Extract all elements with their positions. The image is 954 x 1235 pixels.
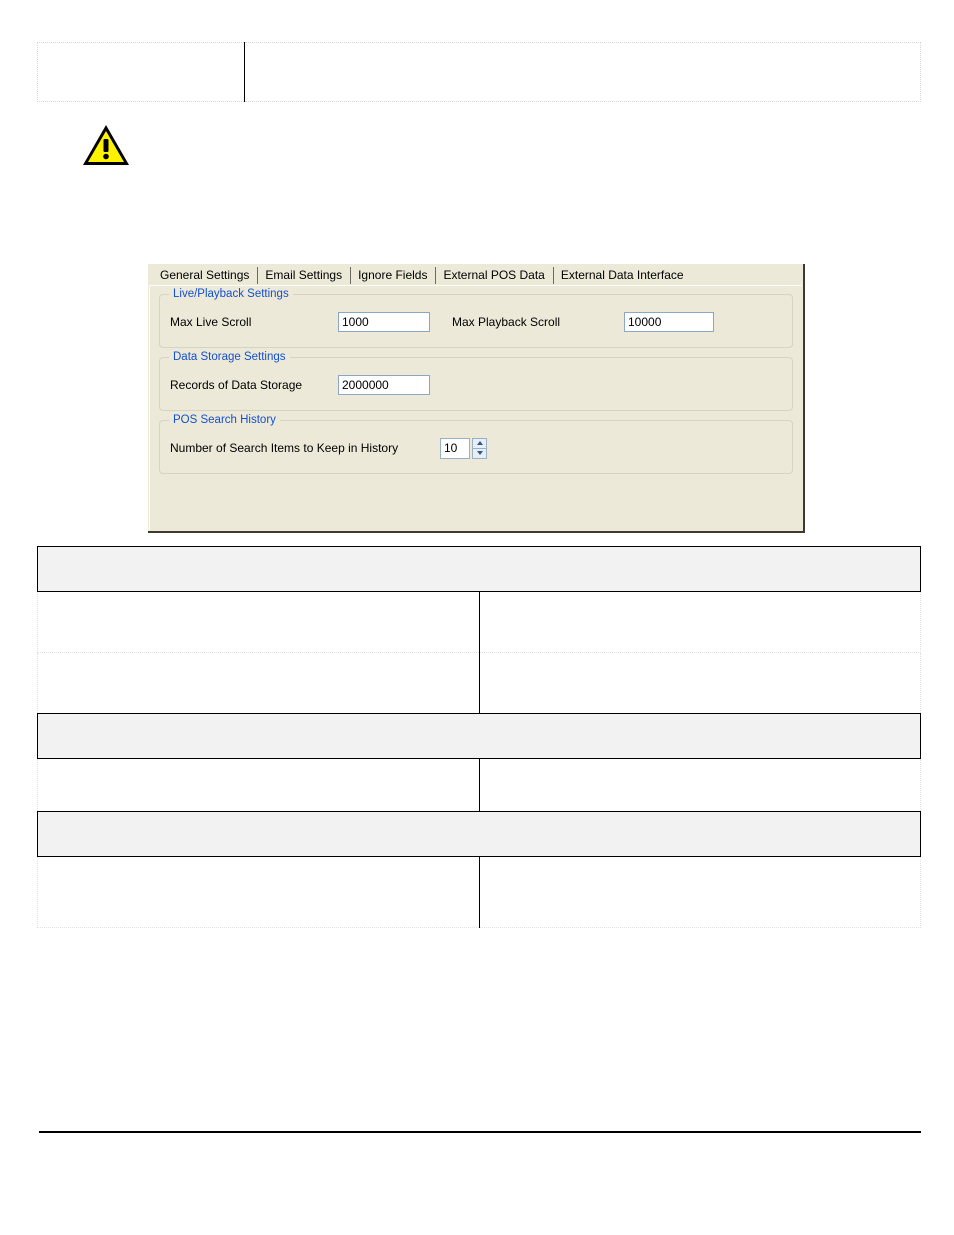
tab-label: General Settings — [160, 268, 250, 282]
max-live-scroll-input[interactable] — [338, 312, 430, 332]
search-history-stepper[interactable] — [440, 437, 487, 459]
table-cell-right — [478, 591, 921, 653]
table-cell-left — [37, 856, 480, 928]
tab-email-settings[interactable]: Email Settings — [257, 266, 350, 285]
bottom-table — [37, 546, 921, 928]
top-table — [37, 42, 921, 102]
table-row — [37, 856, 921, 928]
table-row — [37, 42, 921, 102]
footer-divider — [39, 1131, 921, 1133]
group-live-playback-settings: Live/Playback Settings Max Live Scroll M… — [159, 288, 793, 348]
stepper-decrement-button[interactable] — [472, 448, 487, 459]
max-playback-scroll-input[interactable] — [624, 312, 714, 332]
table-cell-right — [478, 652, 921, 714]
tab-label: Ignore Fields — [358, 268, 428, 282]
stepper-increment-button[interactable] — [472, 437, 487, 449]
table-section-cell — [37, 811, 921, 857]
tab-label: External POS Data — [443, 268, 545, 282]
tab-strip: General Settings Email Settings Ignore F… — [148, 264, 803, 285]
group-title: POS Search History — [169, 414, 280, 426]
label-number-of-search-items: Number of Search Items to Keep in Histor… — [170, 441, 399, 455]
table-cell-right — [244, 42, 921, 102]
table-section-row — [37, 546, 921, 592]
label-max-playback-scroll: Max Playback Scroll — [452, 315, 561, 329]
tab-panel-general-settings: Live/Playback Settings Max Live Scroll M… — [149, 285, 802, 530]
table-cell-left — [37, 758, 480, 812]
table-section-row — [37, 713, 921, 759]
table-cell-right — [478, 758, 921, 812]
label-max-live-scroll: Max Live Scroll — [170, 315, 252, 329]
table-cell-right — [478, 856, 921, 928]
group-pos-search-history: POS Search History Number of Search Item… — [159, 414, 793, 474]
table-cell-left — [37, 652, 480, 714]
search-history-value-input[interactable] — [440, 437, 470, 459]
table-row — [37, 758, 921, 812]
tab-external-data-interface[interactable]: External Data Interface — [552, 266, 692, 285]
table-section-row — [37, 811, 921, 857]
tab-label: Email Settings — [265, 268, 343, 282]
tab-external-pos-data[interactable]: External POS Data — [435, 266, 552, 285]
chevron-down-icon — [476, 451, 483, 455]
group-title: Data Storage Settings — [169, 351, 290, 363]
records-of-data-storage-input[interactable] — [338, 375, 430, 395]
group-title: Live/Playback Settings — [169, 288, 293, 300]
label-records-of-data-storage: Records of Data Storage — [170, 378, 303, 392]
chevron-up-icon — [476, 441, 483, 445]
table-row — [37, 652, 921, 714]
tab-label: External Data Interface — [560, 268, 684, 282]
tab-ignore-fields[interactable]: Ignore Fields — [350, 266, 435, 285]
settings-dialog: General Settings Email Settings Ignore F… — [148, 264, 805, 533]
table-section-cell — [37, 546, 921, 592]
table-cell-left — [37, 42, 245, 102]
table-cell-left — [37, 591, 480, 653]
table-row — [37, 591, 921, 653]
warning-triangle-icon — [80, 120, 132, 168]
group-data-storage-settings: Data Storage Settings Records of Data St… — [159, 351, 793, 411]
tab-general-settings[interactable]: General Settings — [152, 266, 258, 285]
table-section-cell — [37, 713, 921, 759]
stepper-buttons — [472, 437, 487, 459]
